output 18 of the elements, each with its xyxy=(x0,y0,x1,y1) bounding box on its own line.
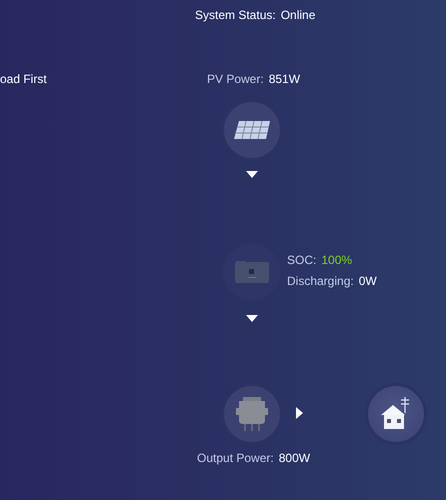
discharging-label: Discharging: xyxy=(287,274,354,288)
house-icon xyxy=(380,397,412,431)
down-arrow-icon xyxy=(246,171,258,179)
discharging-value: 0W xyxy=(358,274,377,288)
output-power-value: 800W xyxy=(278,451,310,465)
pv-power-value: 851W xyxy=(268,72,300,86)
inverter-icon xyxy=(235,396,269,432)
mode-text: oad First xyxy=(0,72,47,86)
soc-value: 100% xyxy=(321,253,352,267)
solar-panel-icon xyxy=(233,119,271,141)
output-power-label: Output Power: xyxy=(197,451,274,465)
battery-icon xyxy=(234,260,270,284)
status-value: Online xyxy=(280,8,316,22)
pv-power-label: PV Power: xyxy=(207,72,264,86)
down-arrow-icon xyxy=(246,315,258,323)
right-arrow-icon xyxy=(296,407,303,419)
soc-label: SOC: xyxy=(287,253,316,267)
status-label: System Status: xyxy=(195,8,276,22)
